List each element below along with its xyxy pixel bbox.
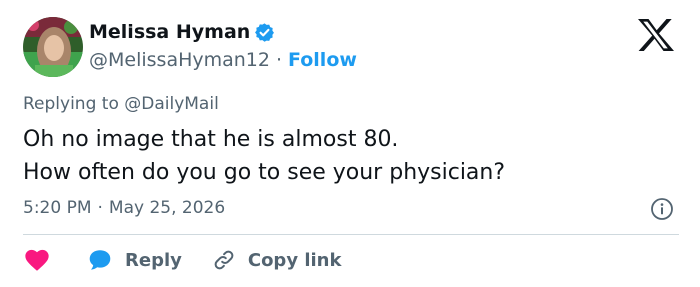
x-logo-icon[interactable] <box>636 17 676 53</box>
tweet-timestamp: 5:20 PM · May 25, 2026 <box>23 198 225 218</box>
reply-context: Replying to @DailyMail <box>23 94 219 114</box>
verified-badge-icon <box>254 22 275 43</box>
tweet-date[interactable]: May 25, 2026 <box>109 198 225 218</box>
tweet-time[interactable]: 5:20 PM <box>23 198 92 218</box>
avatar-image <box>23 17 83 77</box>
tweet-text-line: How often do you go to see your physicia… <box>23 160 506 185</box>
author-handle[interactable]: @MelissaHyman12 <box>89 49 270 71</box>
author-name[interactable]: Melissa Hyman <box>89 21 250 43</box>
tweet-card: Melissa Hyman @MelissaHyman12 · Follow R… <box>0 0 700 287</box>
tweet-text: Oh no image that he is almost 80. How of… <box>23 123 505 189</box>
tweet-text-line: Oh no image that he is almost 80. <box>23 127 399 152</box>
reply-bubble-icon <box>89 250 111 270</box>
reply-label: Reply <box>125 249 182 271</box>
handle-separator: · <box>275 49 283 71</box>
info-icon[interactable] <box>650 197 674 221</box>
follow-button[interactable]: Follow <box>288 49 357 71</box>
copy-link-label: Copy link <box>247 249 342 271</box>
divider <box>23 234 679 235</box>
avatar[interactable] <box>23 17 83 77</box>
reply-button[interactable]: Reply <box>87 247 182 273</box>
reply-context-prefix: Replying to <box>23 94 119 114</box>
copy-link-button[interactable]: Copy link <box>212 248 342 272</box>
like-button[interactable] <box>23 246 51 274</box>
timestamp-separator: · <box>97 198 103 218</box>
heart-icon <box>25 249 49 271</box>
author-name-row: Melissa Hyman <box>89 20 275 44</box>
author-handle-row: @MelissaHyman12 · Follow <box>89 48 357 72</box>
reply-context-mention[interactable]: @DailyMail <box>124 94 219 114</box>
tweet-actions: Reply Copy link <box>23 246 341 274</box>
link-icon <box>214 250 234 270</box>
